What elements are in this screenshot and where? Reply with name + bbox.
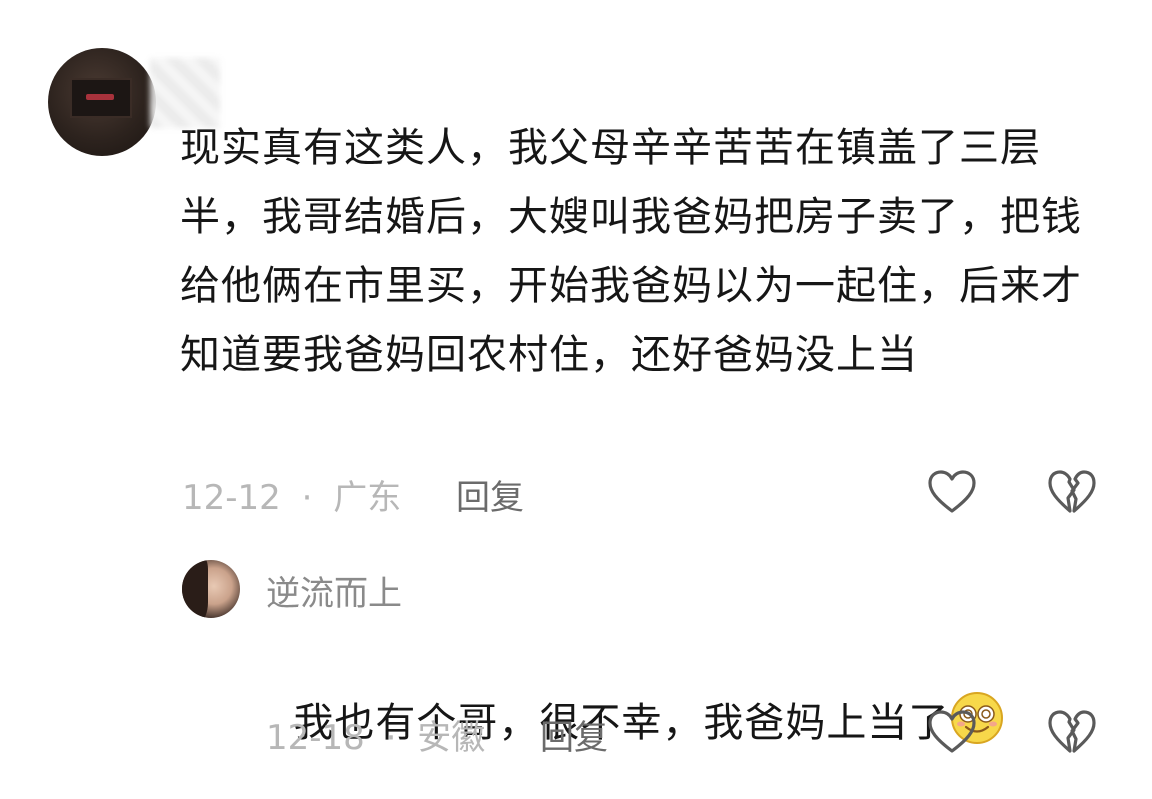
avatar-image	[182, 560, 208, 618]
comment-location: 广东	[333, 478, 402, 518]
meta-separator: ·	[301, 478, 313, 518]
reply-date: 12-18	[266, 718, 365, 758]
comment-meta: 12-12 · 广东	[182, 470, 401, 519]
reply-meta: 12-18 · 安徽	[266, 710, 485, 759]
comment-date: 12-12	[182, 478, 281, 518]
reply-username[interactable]: 逆流而上	[266, 566, 402, 615]
reply-location: 安徽	[417, 718, 486, 758]
commenter-avatar[interactable]	[48, 48, 156, 156]
comment-text: 现实真有这类人，我父母辛辛苦苦在镇盖了三层半，我哥结婚后，大嫂叫我爸妈把房子卖了…	[180, 125, 1082, 378]
reply-reply-button[interactable]: 回复	[540, 710, 608, 759]
heart-icon[interactable]	[926, 708, 978, 756]
broken-heart-icon[interactable]	[1046, 708, 1098, 756]
meta-separator: ·	[385, 718, 397, 758]
reply-button[interactable]: 回复	[456, 470, 524, 519]
reply-user-avatar[interactable]	[182, 560, 240, 618]
avatar-image	[70, 78, 132, 118]
heart-icon[interactable]	[926, 468, 978, 516]
broken-heart-icon[interactable]	[1046, 468, 1098, 516]
